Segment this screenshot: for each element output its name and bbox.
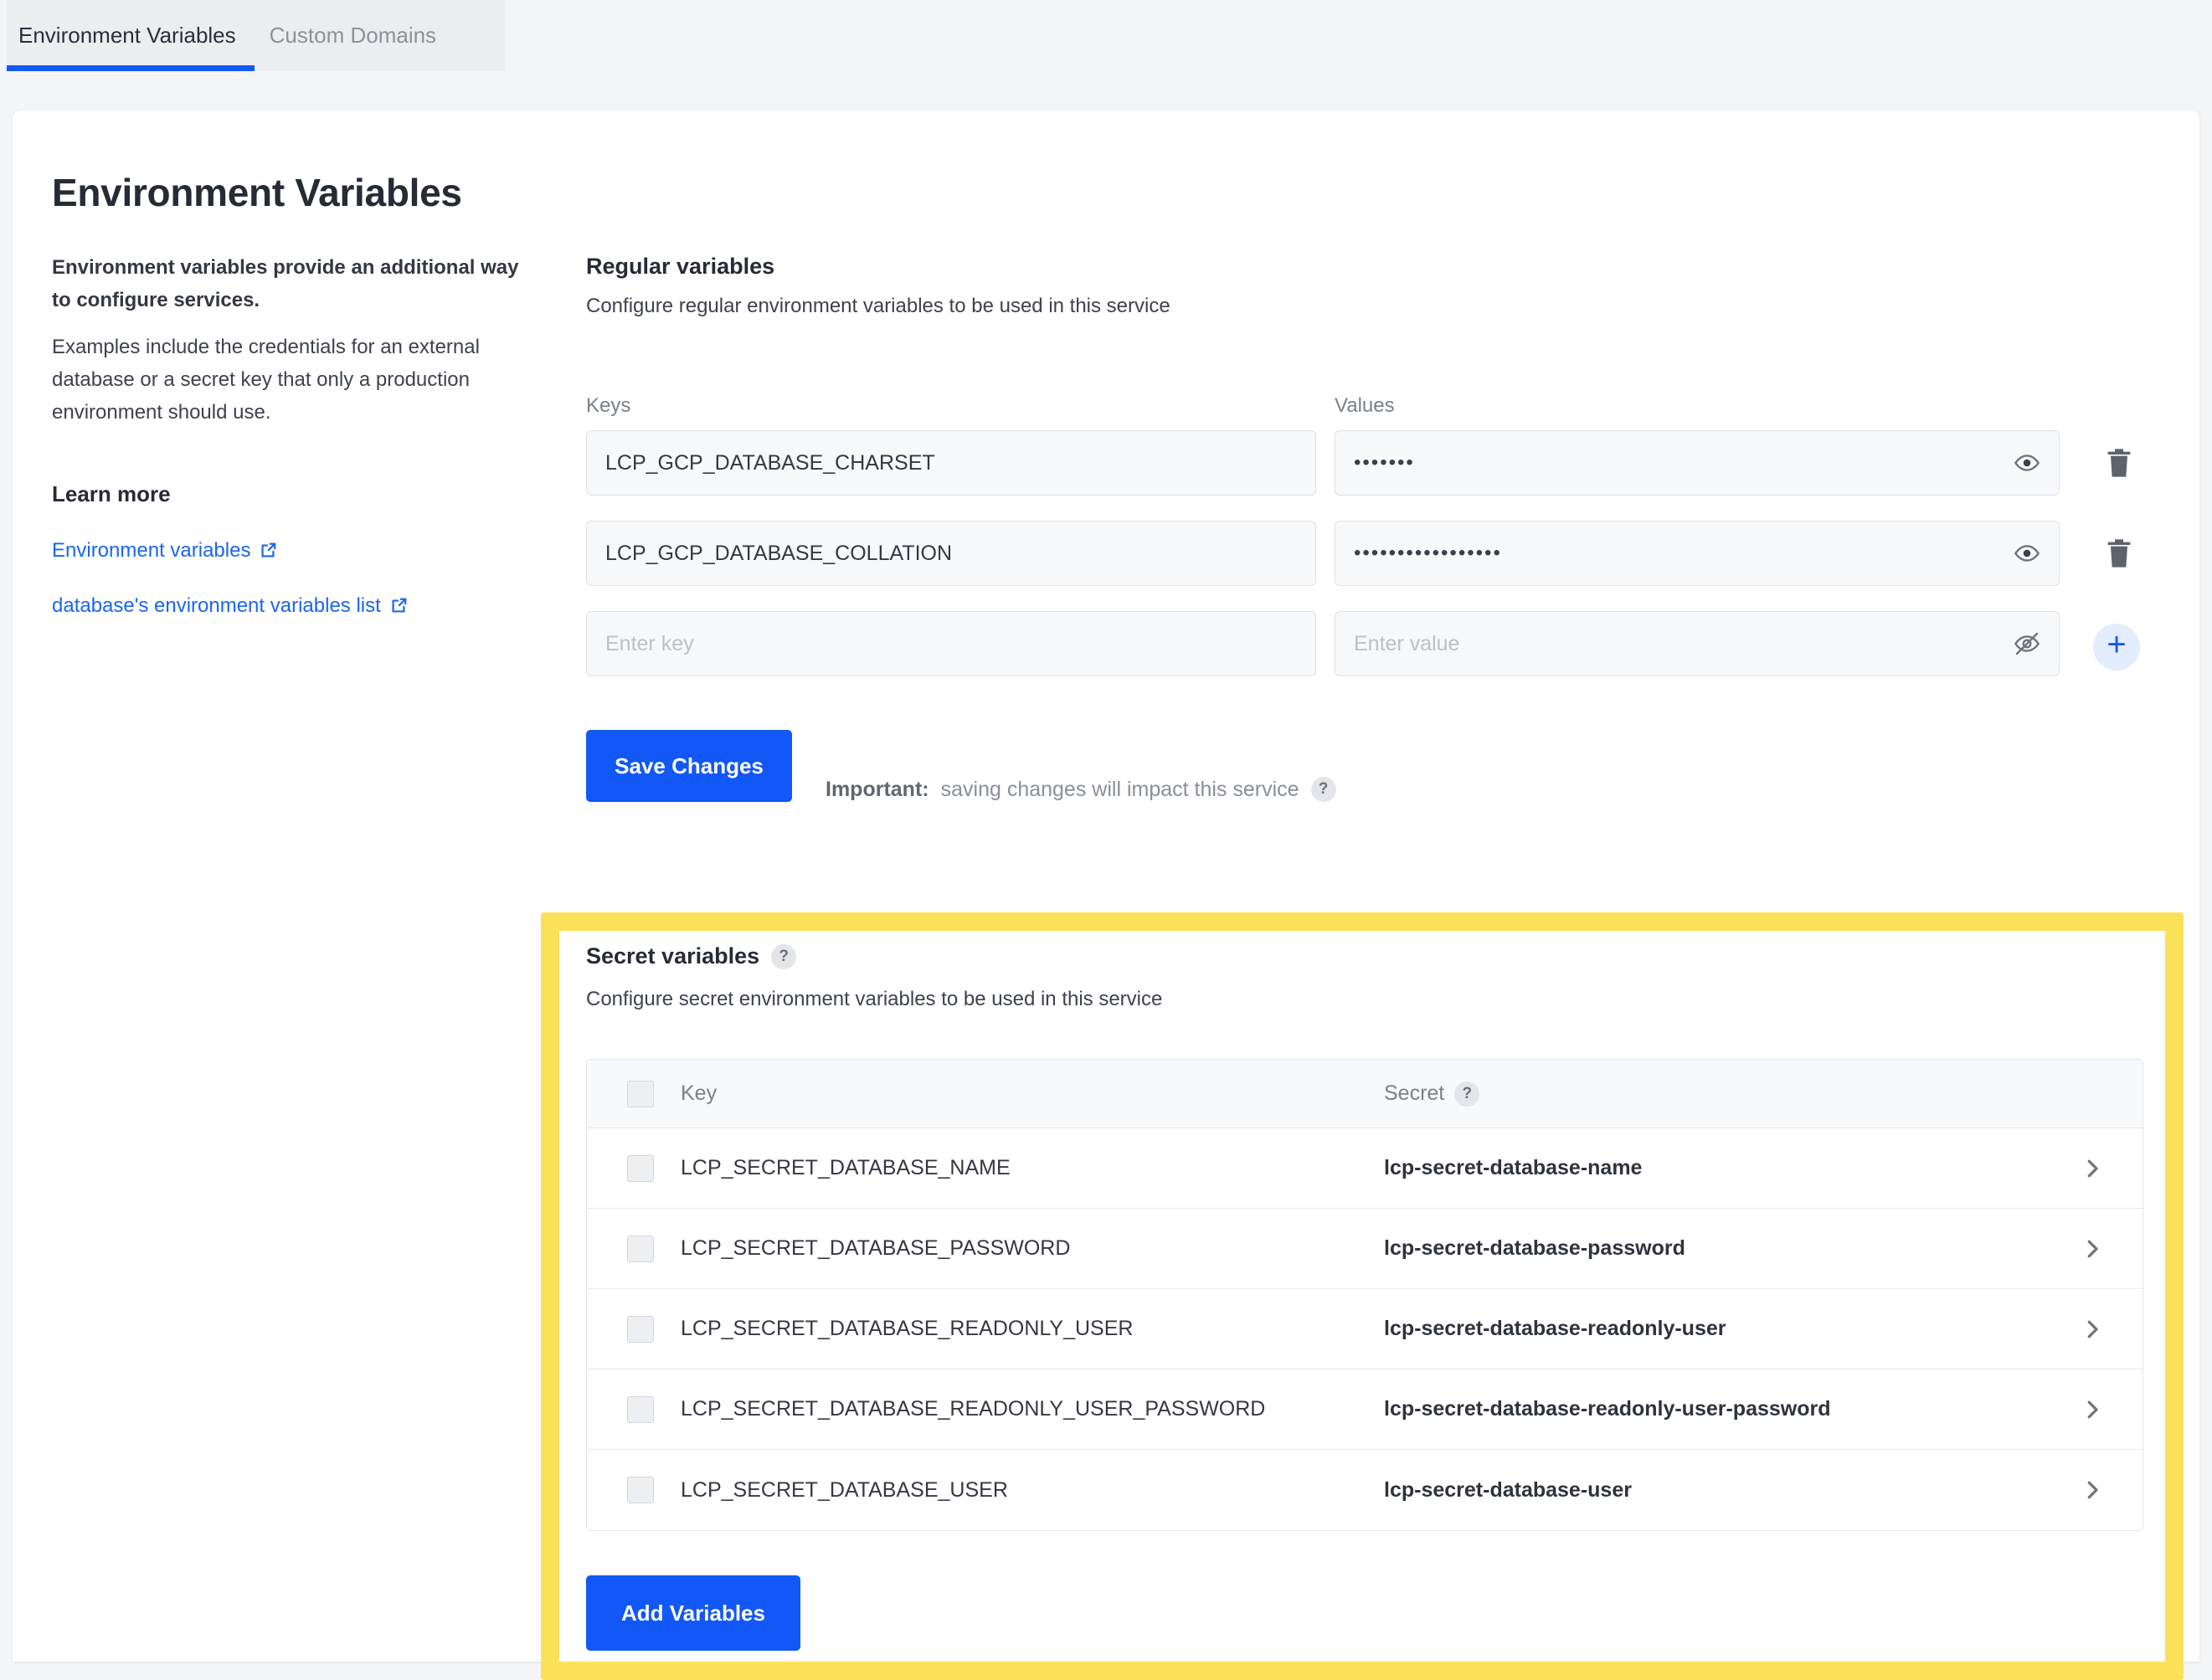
external-link-icon [389,597,408,615]
chevron-right-icon[interactable] [2042,1397,2143,1422]
question-mark-icon[interactable]: ? [1310,777,1336,802]
tab-custom-domains[interactable]: Custom Domains [255,0,455,71]
chevron-right-icon[interactable] [2042,1317,2143,1342]
regular-value-input-2[interactable]: ••••••••••••••••• [1335,521,2060,586]
chevron-right-icon[interactable] [2042,1236,2143,1261]
keys-column-label: Keys [586,394,631,417]
row-checkbox[interactable] [627,1477,654,1503]
plus-icon[interactable]: + [2093,624,2140,670]
tab-label: Environment Variables [18,23,236,48]
regular-variables-subheading: Configure regular environment variables … [586,295,1170,317]
trash-icon[interactable] [2101,444,2137,481]
external-link-icon [259,542,277,560]
row-secret: lcp-secret-database-name [1384,1156,1643,1179]
row-checkbox[interactable] [627,1154,654,1182]
regular-key-value-2: LCP_GCP_DATABASE_COLLATION [605,541,953,565]
column-header-secret: Secret [1384,1081,1445,1105]
select-all-cell [587,1080,681,1107]
table-row[interactable]: LCP_SECRET_DATABASE_USER lcp-secret-data… [587,1450,2143,1530]
table-row[interactable]: LCP_SECRET_DATABASE_NAME lcp-secret-data… [587,1128,2143,1209]
info-body-text: Examples include the credentials for an … [52,335,480,424]
add-variables-button[interactable]: Add Variables [586,1575,800,1651]
chevron-right-icon[interactable] [2042,1156,2143,1181]
row-key: LCP_SECRET_DATABASE_READONLY_USER_PASSWO… [681,1397,1266,1421]
row-secret: lcp-secret-database-user [1384,1477,1632,1502]
important-label: Important: [826,777,929,801]
row-key: LCP_SECRET_DATABASE_PASSWORD [681,1236,1071,1260]
row-select-cell [587,1235,681,1262]
save-changes-button[interactable]: Save Changes [586,730,792,802]
secret-variables-heading: Secret variables [586,943,760,968]
regular-value-masked-1: ••••••• [1354,451,1415,474]
row-select-cell [587,1395,681,1423]
table-header-row: Key Secret ? [587,1060,2143,1128]
link-environment-variables[interactable]: Environment variables [52,539,277,563]
row-key: LCP_SECRET_DATABASE_READONLY_USER [681,1317,1134,1340]
new-value-input[interactable]: Enter value [1335,611,2060,676]
new-value-placeholder: Enter value [1354,631,1460,655]
row-secret: lcp-secret-database-readonly-user-passwo… [1384,1397,1831,1421]
link-label: Environment variables [52,538,251,562]
row-secret: lcp-secret-database-readonly-user [1384,1317,1726,1340]
row-secret: lcp-secret-database-password [1384,1236,1685,1260]
row-select-cell [587,1315,681,1343]
secret-variables-table: Key Secret ? LCP_SECRET_DATABASE_NAME lc… [586,1059,2143,1531]
select-all-checkbox[interactable] [627,1080,654,1107]
regular-value-input-1[interactable]: ••••••• [1335,430,2060,496]
info-column: Environment variables provide an additio… [52,251,525,618]
regular-value-masked-2: ••••••••••••••••• [1354,542,1502,564]
row-select-cell [587,1477,681,1503]
new-key-placeholder: Enter key [605,631,694,655]
regular-variables-heading: Regular variables [586,254,775,279]
eye-icon[interactable] [2012,538,2042,568]
table-row[interactable]: LCP_SECRET_DATABASE_PASSWORD lcp-secret-… [587,1209,2143,1289]
secret-variables-subheading: Configure secret environment variables t… [586,988,1163,1010]
table-row[interactable]: LCP_SECRET_DATABASE_READONLY_USER_PASSWO… [587,1369,2143,1450]
secret-variables-heading-row: Secret variables ? [586,943,797,969]
regular-key-value-1: LCP_GCP_DATABASE_CHARSET [605,450,935,475]
eye-icon[interactable] [2012,448,2042,478]
link-label: database's environment variables list [52,593,381,617]
row-checkbox[interactable] [627,1315,654,1343]
chevron-right-icon[interactable] [2042,1477,2143,1503]
values-column-label: Values [1335,394,1395,417]
row-checkbox[interactable] [627,1395,654,1423]
question-mark-icon[interactable]: ? [771,943,797,969]
important-text: saving changes will impact this service [940,777,1299,801]
tab-bar: Environment Variables Custom Domains [7,0,505,71]
info-lead-text: Environment variables provide an additio… [52,256,519,312]
table-row[interactable]: LCP_SECRET_DATABASE_READONLY_USER lcp-se… [587,1289,2143,1369]
row-select-cell [587,1154,681,1182]
regular-key-input-2[interactable]: LCP_GCP_DATABASE_COLLATION [586,521,1316,586]
regular-key-input-1[interactable]: LCP_GCP_DATABASE_CHARSET [586,430,1316,496]
row-key: LCP_SECRET_DATABASE_USER [681,1477,1008,1502]
new-key-input[interactable]: Enter key [586,611,1316,676]
tab-label: Custom Domains [269,23,437,48]
trash-icon[interactable] [2101,535,2137,572]
page-title: Environment Variables [52,170,462,214]
column-header-secret-wrap: Secret ? [1384,1081,2042,1107]
tab-environment-variables[interactable]: Environment Variables [7,0,255,71]
eye-off-icon[interactable] [2012,629,2042,659]
important-notice: Important: saving changes will impact th… [826,777,1336,802]
link-database-env-variables-list[interactable]: database's environment variables list [52,594,408,618]
column-header-key: Key [681,1081,718,1105]
row-key: LCP_SECRET_DATABASE_NAME [681,1156,1011,1179]
row-checkbox[interactable] [627,1235,654,1262]
question-mark-icon[interactable]: ? [1454,1081,1480,1107]
learn-more-heading: Learn more [52,480,171,506]
